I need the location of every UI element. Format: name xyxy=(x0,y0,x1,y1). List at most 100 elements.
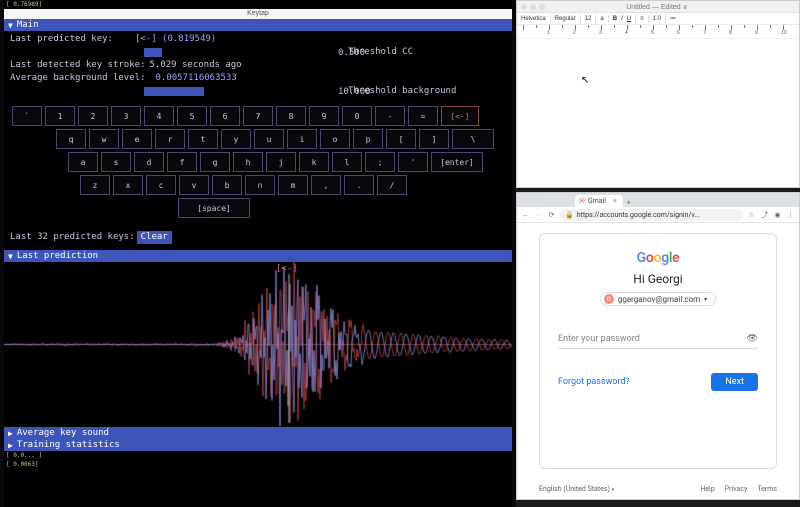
section-training-stats-header[interactable]: ▶ Training statistics xyxy=(4,439,512,451)
forgot-password-link[interactable]: Forgot password? xyxy=(558,377,630,387)
key-4[interactable]: 4 xyxy=(144,106,174,126)
line-spacing-selector[interactable]: 1.0 xyxy=(653,16,661,22)
key-[interactable]: ] xyxy=(419,129,449,149)
key-w[interactable]: w xyxy=(89,129,119,149)
menu-icon[interactable]: ⋮ xyxy=(786,211,795,219)
key-d[interactable]: d xyxy=(134,152,164,172)
key-[interactable]: = xyxy=(408,106,438,126)
language-selector[interactable]: English (United States) ▾ xyxy=(539,485,614,493)
waveform-plot: [<-] xyxy=(4,262,512,427)
browser-window: ✉ Gmail × + ← → ⟳ 🔒 https://accounts.goo… xyxy=(516,192,800,500)
key-j[interactable]: j xyxy=(266,152,296,172)
key-b[interactable]: b xyxy=(212,175,242,195)
key-space[interactable]: [space] xyxy=(178,198,250,218)
key-g[interactable]: g xyxy=(200,152,230,172)
status-line-bottom-2: [ 0.0063] xyxy=(4,460,512,469)
right-column: Untitled — Edited ∨ Helvetica Regular 12… xyxy=(516,0,800,507)
key-0[interactable]: 0 xyxy=(342,106,372,126)
key-5[interactable]: 5 xyxy=(177,106,207,126)
font-size-selector[interactable]: 12 xyxy=(585,16,592,22)
password-input[interactable]: Enter your password 👁 xyxy=(558,328,758,349)
show-password-icon[interactable]: 👁 xyxy=(747,334,758,344)
list-icon[interactable]: ≔ xyxy=(670,15,676,22)
caret-right-icon: ▶ xyxy=(8,441,13,450)
underline-icon[interactable]: U xyxy=(627,16,631,22)
key-[interactable]: . xyxy=(344,175,374,195)
font-style-selector[interactable]: Regular xyxy=(555,16,576,22)
key-[interactable]: \ xyxy=(452,129,494,149)
key-v[interactable]: v xyxy=(179,175,209,195)
key-enter[interactable]: [enter] xyxy=(431,152,483,172)
key-y[interactable]: y xyxy=(221,129,251,149)
key-[interactable]: ; xyxy=(365,152,395,172)
close-icon[interactable] xyxy=(521,197,527,203)
browser-tab[interactable]: ✉ Gmail × xyxy=(575,195,623,207)
section-main-header[interactable]: ▼ Main xyxy=(4,19,512,31)
help-link[interactable]: Help xyxy=(700,485,714,493)
key-8[interactable]: 8 xyxy=(276,106,306,126)
key-m[interactable]: m xyxy=(278,175,308,195)
key-[interactable]: ' xyxy=(398,152,428,172)
key-[interactable]: / xyxy=(377,175,407,195)
key-[interactable]: ` xyxy=(12,106,42,126)
reload-icon[interactable]: ⟳ xyxy=(547,211,556,219)
zoom-icon[interactable] xyxy=(539,197,545,203)
profile-icon[interactable]: ◉ xyxy=(773,211,782,219)
key-3[interactable]: 3 xyxy=(111,106,141,126)
key-l[interactable]: l xyxy=(332,152,362,172)
align-icon[interactable]: ≡ xyxy=(640,16,644,22)
clear-button[interactable]: Clear xyxy=(137,231,172,244)
font-selector[interactable]: Helvetica xyxy=(521,16,546,22)
minimize-icon[interactable] xyxy=(530,197,536,203)
key-o[interactable]: o xyxy=(320,129,350,149)
key-[interactable]: [ xyxy=(386,129,416,149)
key-i[interactable]: i xyxy=(287,129,317,149)
google-login-card: Google Hi Georgi G ggerganov@gmail.com ▾… xyxy=(539,233,777,469)
address-bar[interactable]: 🔒 https://accounts.google.com/signin/v..… xyxy=(560,209,743,221)
terms-link[interactable]: Terms xyxy=(757,485,777,493)
key-a[interactable]: a xyxy=(68,152,98,172)
editor-canvas[interactable]: ↖ xyxy=(517,39,799,187)
key-n[interactable]: n xyxy=(245,175,275,195)
forward-icon[interactable]: → xyxy=(534,211,543,219)
key-[interactable]: [<-] xyxy=(441,106,479,126)
key-k[interactable]: k xyxy=(299,152,329,172)
key-z[interactable]: z xyxy=(80,175,110,195)
next-button[interactable]: Next xyxy=(711,373,758,391)
key-2[interactable]: 2 xyxy=(78,106,108,126)
key-r[interactable]: r xyxy=(155,129,185,149)
privacy-link[interactable]: Privacy xyxy=(725,485,748,493)
section-last-prediction-header[interactable]: ▼ Last prediction xyxy=(4,250,512,262)
key-q[interactable]: q xyxy=(56,129,86,149)
new-tab-button[interactable]: + xyxy=(623,199,635,207)
star-icon[interactable]: ☆ xyxy=(747,211,756,219)
close-icon[interactable] xyxy=(521,4,527,10)
account-chip[interactable]: G ggerganov@gmail.com ▾ xyxy=(600,292,716,306)
key-1[interactable]: 1 xyxy=(45,106,75,126)
key-f[interactable]: f xyxy=(167,152,197,172)
threshold-bg-slider[interactable]: 10.000 xyxy=(144,87,334,96)
key-c[interactable]: c xyxy=(146,175,176,195)
close-tab-icon[interactable]: × xyxy=(613,197,617,205)
key-p[interactable]: p xyxy=(353,129,383,149)
key-x[interactable]: x xyxy=(113,175,143,195)
key-t[interactable]: t xyxy=(188,129,218,149)
bold-icon[interactable]: B xyxy=(613,16,617,22)
key-[interactable]: , xyxy=(311,175,341,195)
italic-icon[interactable]: I xyxy=(621,16,623,22)
back-icon[interactable]: ← xyxy=(521,211,530,219)
threshold-cc-slider[interactable]: 0.500 xyxy=(144,48,334,57)
minimize-icon[interactable] xyxy=(530,4,536,10)
key-7[interactable]: 7 xyxy=(243,106,273,126)
section-avg-key-sound-header[interactable]: ▶ Average key sound xyxy=(4,427,512,439)
key-[interactable]: - xyxy=(375,106,405,126)
key-e[interactable]: e xyxy=(122,129,152,149)
key-9[interactable]: 9 xyxy=(309,106,339,126)
text-color-icon[interactable]: a xyxy=(600,16,603,22)
key-s[interactable]: s xyxy=(101,152,131,172)
key-u[interactable]: u xyxy=(254,129,284,149)
ruler[interactable]: 12345678910 xyxy=(517,25,799,39)
share-icon[interactable]: ⤴ xyxy=(760,210,769,220)
key-h[interactable]: h xyxy=(233,152,263,172)
key-6[interactable]: 6 xyxy=(210,106,240,126)
